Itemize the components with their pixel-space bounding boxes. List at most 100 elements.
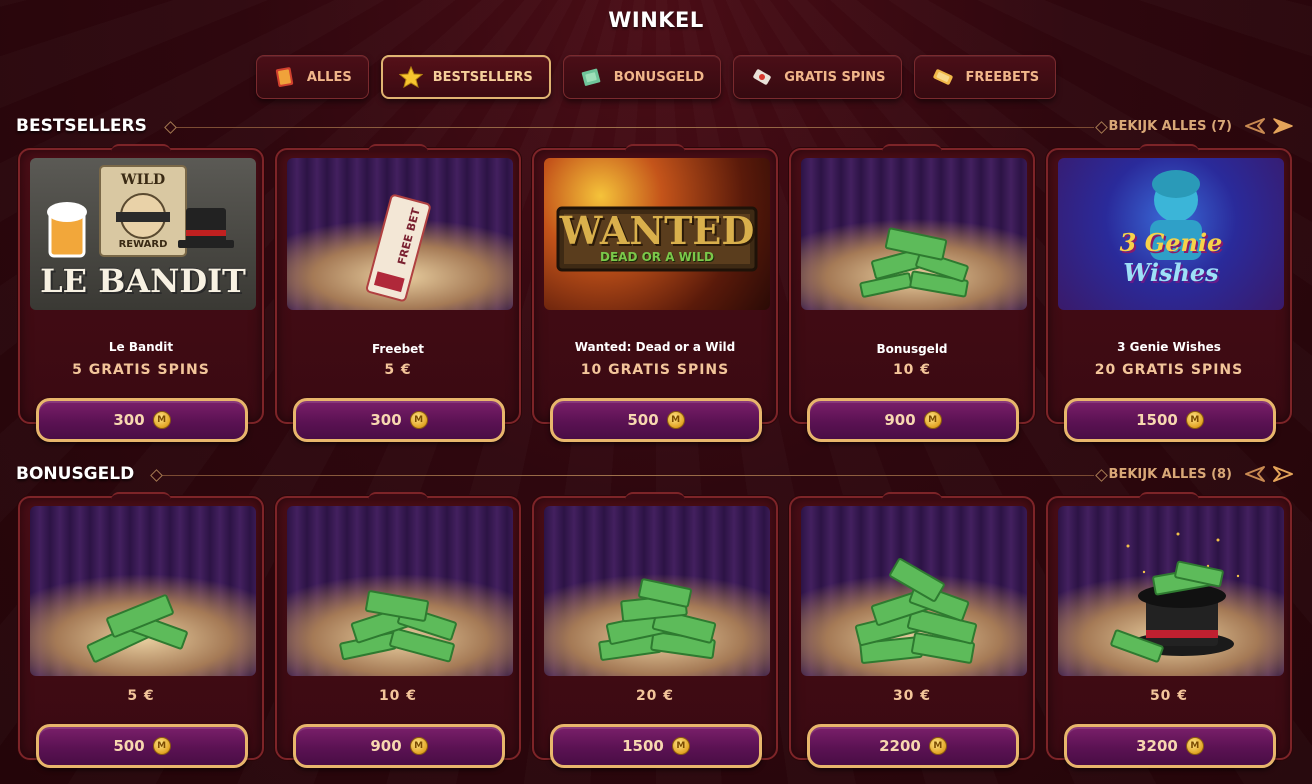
section-title: BESTSELLERS [16,116,147,136]
genie-art: 3 Genie Wishes [1058,158,1284,310]
cash-stack-icon [859,227,969,298]
spin-ticket-icon [753,69,771,85]
art-caption-wild: WILD [120,172,166,188]
art-title: WANTED [559,208,755,253]
le-bandit-art: WILD REWARD LE BANDIT [30,158,256,310]
buy-button[interactable]: 1500 M [550,724,762,768]
product-value: 5 € [384,362,412,378]
price-label: 500 [627,411,659,429]
product-value: 50 € [1149,688,1189,704]
buy-button[interactable]: 500 M [36,724,248,768]
product-name: Freebet [371,342,425,356]
product-card[interactable]: 20 € 1500 M [532,492,778,768]
buy-button[interactable]: 900 M [807,398,1019,442]
stage-art [544,506,770,676]
product-value: 30 € [892,688,932,704]
buy-button[interactable]: 2200 M [807,724,1019,768]
stage-art [801,506,1027,676]
product-card[interactable]: 5 € 500 M [18,492,264,768]
product-value: 20 € [635,688,675,704]
art-subtitle: DEAD OR A WILD [600,250,714,264]
coin-icon: M [152,411,171,429]
art-title: 3 Genie [1119,228,1223,257]
price-label: 3200 [1136,737,1178,755]
card-notch [882,144,942,152]
diamond-ornament [164,121,177,134]
buy-button[interactable]: 500 M [550,398,762,442]
buy-button[interactable]: 900 M [293,724,505,768]
price-label: 300 [113,411,145,429]
card-notch [368,144,428,152]
product-value: 20 GRATIS SPINS [1094,362,1244,378]
card-notch [625,144,685,152]
stage-art [30,506,256,676]
card-notch [368,492,428,500]
view-all-link[interactable]: BEKIJK ALLES (7) [1109,119,1232,134]
category-tabs: ALLES BESTSELLERS BONUSGELD GRATIS SPINS… [0,55,1312,99]
magic-hat-cash-icon [1110,532,1240,663]
arrow-right-icon[interactable] [1272,117,1294,135]
product-card[interactable]: 50 € 3200 M [1046,492,1292,768]
buy-button[interactable]: 300 M [36,398,248,442]
diamond-ornament [1095,469,1108,482]
product-name: 3 Genie Wishes [1117,340,1221,354]
card-notch [1139,492,1199,500]
coin-icon: M [409,411,428,429]
product-card[interactable]: 10 € 900 M [275,492,521,768]
coin-icon: M [1185,737,1204,755]
stage-art [287,506,513,676]
buy-button[interactable]: 1500 M [1064,398,1276,442]
buy-button[interactable]: 300 M [293,398,505,442]
product-card[interactable]: WILD REWARD LE BANDIT Le Bandit 5 GRATIS… [18,144,264,442]
tab-freebets[interactable]: FREEBETS [914,55,1057,99]
diamond-ornament [1095,121,1108,134]
price-label: 1500 [622,737,664,755]
tab-alles[interactable]: ALLES [255,55,369,99]
price-label: 300 [370,411,402,429]
price-label: 2200 [879,737,921,755]
money-icon [581,68,601,86]
product-name: Le Bandit [108,340,174,354]
wanted-art: WANTED DEAD OR A WILD [544,158,770,310]
card-notch [882,492,942,500]
tab-bestsellers[interactable]: BESTSELLERS [380,55,551,99]
product-card[interactable]: Bonusgeld 10 € 900 M [789,144,1035,442]
product-value: 5 GRATIS SPINS [72,362,210,378]
view-all-link[interactable]: BEKIJK ALLES (8) [1109,467,1232,482]
arrow-left-icon[interactable] [1244,465,1266,483]
price-label: 1500 [1136,411,1178,429]
coin-icon: M [666,411,685,429]
stage-art [801,158,1027,310]
divider [174,127,1094,128]
tab-gratis-spins[interactable]: GRATIS SPINS [733,55,903,99]
card-notch [111,492,171,500]
coin-icon: M [1185,411,1204,429]
coin-icon: M [928,737,947,755]
coin-icon: M [152,737,171,755]
product-value: 10 GRATIS SPINS [580,362,730,378]
card-notch [1139,144,1199,152]
arrow-right-icon[interactable] [1272,465,1294,483]
diamond-ornament [150,469,163,482]
art-caption-reward: REWARD [118,239,168,250]
divider [160,475,1094,476]
stage-art [1058,506,1284,676]
arrow-left-icon[interactable] [1244,117,1266,135]
tab-label: BONUSGELD [613,69,705,85]
product-card[interactable]: FREE BET Freebet 5 € 300 M [275,144,521,442]
product-card[interactable]: WANTED DEAD OR A WILD Wanted: Dead or a … [532,144,778,442]
card-notch [625,492,685,500]
product-name: Bonusgeld [876,342,948,356]
product-card[interactable]: 3 Genie Wishes 3 Genie Wishes 20 GRATIS … [1046,144,1292,442]
product-name: Wanted: Dead or a Wild [574,340,736,354]
cash-stack-icon [86,594,188,663]
page-title: WINKEL [608,8,704,32]
product-card[interactable]: 30 € 2200 M [789,492,1035,768]
tab-label: BESTSELLERS [432,69,533,85]
cash-stack-icon [854,558,978,664]
tab-bonusgeld[interactable]: BONUSGELD [562,55,722,99]
freebet-ticket-graphic [366,194,431,302]
product-value: 10 € [378,688,418,704]
coin-icon: M [409,737,428,755]
buy-button[interactable]: 3200 M [1064,724,1276,768]
